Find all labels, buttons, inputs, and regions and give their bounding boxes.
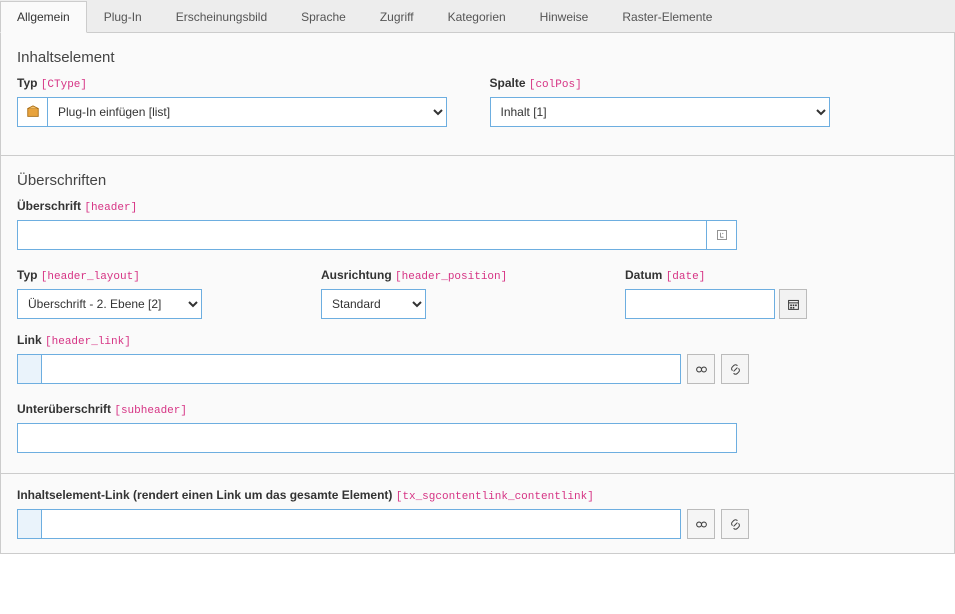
- tab-hinweise[interactable]: Hinweise: [523, 1, 606, 33]
- date-input[interactable]: [625, 289, 775, 319]
- label-ctype: Typ [CType]: [17, 76, 466, 91]
- header-link-input[interactable]: [41, 354, 681, 384]
- plugin-icon: [17, 97, 47, 127]
- tab-bar: Allgemein Plug-In Erscheinungsbild Sprac…: [0, 0, 955, 33]
- tab-erscheinungsbild[interactable]: Erscheinungsbild: [159, 1, 284, 33]
- calendar-icon[interactable]: [779, 289, 807, 319]
- header-layout-select[interactable]: Überschrift - 2. Ebene [2]: [17, 289, 202, 319]
- tab-zugriff[interactable]: Zugriff: [363, 1, 431, 33]
- label-header-position: Ausrichtung [header_position]: [321, 268, 601, 283]
- tab-sprache[interactable]: Sprache: [284, 1, 363, 33]
- link-prefix-icon: [17, 354, 41, 384]
- ctype-select[interactable]: Plug-In einfügen [list]: [47, 97, 447, 127]
- content-link-input[interactable]: [41, 509, 681, 539]
- tab-kategorien[interactable]: Kategorien: [431, 1, 523, 33]
- localization-icon[interactable]: [707, 220, 737, 250]
- section-title-content-element: Inhaltselement: [17, 49, 938, 66]
- content-link-prefix-icon: [17, 509, 41, 539]
- tab-plugin[interactable]: Plug-In: [87, 1, 159, 33]
- label-header: Überschrift [header]: [17, 199, 938, 214]
- tab-raster-elemente[interactable]: Raster-Elemente: [605, 1, 729, 33]
- panel-headlines: Überschriften Überschrift [header] Typ […: [0, 156, 955, 474]
- label-date: Datum [date]: [625, 268, 807, 283]
- label-colpos: Spalte [colPos]: [490, 76, 939, 91]
- colpos-select[interactable]: Inhalt [1]: [490, 97, 830, 127]
- content-link-wizard-icon[interactable]: [687, 509, 715, 539]
- tab-allgemein[interactable]: Allgemein: [0, 1, 87, 33]
- label-header-link: Link [header_link]: [17, 333, 938, 348]
- section-title-headlines: Überschriften: [17, 172, 938, 189]
- panel-content-link: Inhaltselement-Link (rendert einen Link …: [0, 474, 955, 554]
- header-input[interactable]: [17, 220, 707, 250]
- panel-content-element: Inhaltselement Typ [CType] Plug-In einfü…: [0, 33, 955, 156]
- subheader-input[interactable]: [17, 423, 737, 453]
- label-subheader: Unterüberschrift [subheader]: [17, 402, 938, 417]
- header-position-select[interactable]: Standard: [321, 289, 426, 319]
- label-content-link: Inhaltselement-Link (rendert einen Link …: [17, 488, 938, 503]
- label-header-layout: Typ [header_layout]: [17, 268, 297, 283]
- content-link-icon[interactable]: [721, 509, 749, 539]
- link-icon[interactable]: [721, 354, 749, 384]
- link-wizard-icon[interactable]: [687, 354, 715, 384]
